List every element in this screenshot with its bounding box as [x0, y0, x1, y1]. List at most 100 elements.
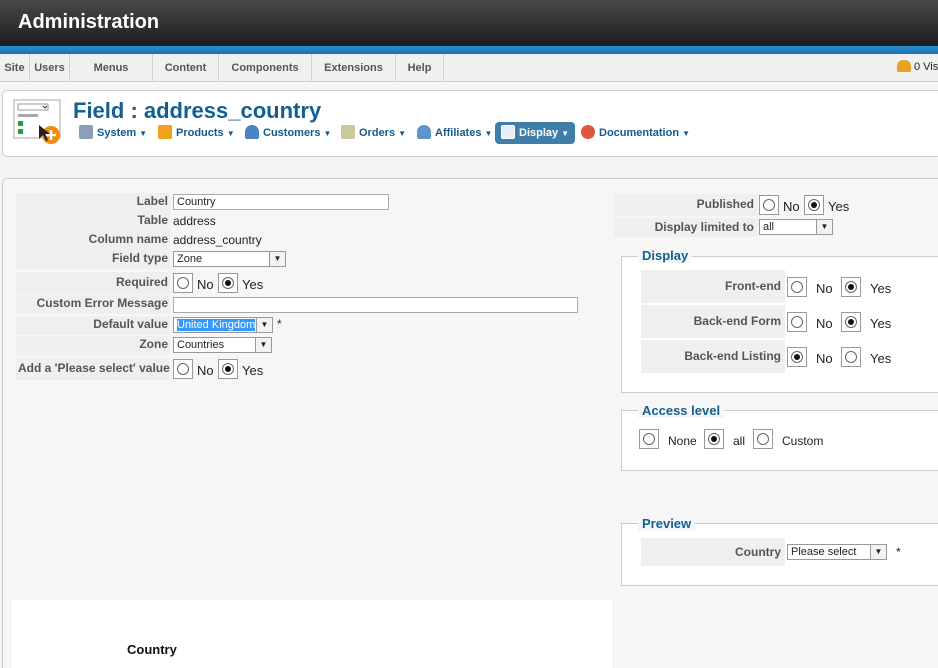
chevron-down-icon: ▼	[398, 129, 406, 138]
table-value: address	[173, 214, 216, 228]
preview-required-mark: *	[896, 545, 901, 559]
published-no-radio[interactable]	[759, 195, 779, 215]
default-required-mark: *	[277, 317, 282, 331]
required-yes-label: Yes	[242, 277, 264, 292]
menu-content[interactable]: Content	[153, 54, 219, 82]
please-select-label: Add a 'Please select' value	[18, 361, 170, 375]
chevron-down-icon: ▼	[682, 129, 690, 138]
menu-users[interactable]: Users	[30, 54, 70, 82]
required-no-label: No	[197, 277, 214, 292]
default-value-label: Default value	[93, 317, 168, 331]
toolbar-orders-label: Orders	[359, 127, 396, 139]
chevron-down-icon: ▼	[870, 545, 886, 559]
display-legend: Display	[638, 248, 693, 263]
frontend-yes-radio[interactable]	[841, 277, 861, 297]
display-limited-select[interactable]: all ▼	[759, 219, 833, 235]
access-custom-label: Custom	[782, 434, 824, 448]
chevron-down-icon: ▼	[561, 129, 570, 138]
page-toolbar: Field : address_country System ▼ Products…	[2, 90, 938, 157]
preview-legend: Preview	[638, 516, 696, 531]
zone-select[interactable]: Countries ▼	[173, 337, 272, 353]
toolbar-system-label: System	[97, 127, 137, 139]
required-label: Required	[115, 275, 168, 289]
toolbar-products[interactable]: Products ▼	[158, 122, 235, 144]
field-preview-panel: Country	[12, 600, 612, 668]
toolbar-customers-label: Customers	[263, 127, 321, 139]
wrench-icon	[79, 125, 93, 139]
toolbar-system[interactable]: System ▼	[79, 122, 147, 144]
backend-listing-no-radio[interactable]	[787, 347, 807, 367]
default-value-select[interactable]: United Kingdom ▼	[173, 317, 273, 333]
label-input[interactable]: Country	[173, 194, 389, 210]
display-icon	[501, 125, 515, 139]
backend-form-no-radio[interactable]	[787, 312, 807, 332]
custom-error-input[interactable]	[173, 297, 578, 313]
backend-form-yes-radio[interactable]	[841, 312, 861, 332]
admin-title: Administration	[18, 11, 160, 33]
toolbar-display[interactable]: Display ▼	[495, 122, 576, 144]
preview-country-label: Country	[735, 545, 781, 559]
backend-form-yes-label: Yes	[870, 316, 892, 331]
visitors-counter[interactable]: 0 Vis	[897, 60, 938, 73]
column-name-label: Column name	[88, 232, 168, 246]
menu-components[interactable]: Components	[219, 54, 312, 82]
box-icon	[158, 125, 172, 139]
orders-icon	[341, 125, 355, 139]
main-menubar: Site Users Menus Content Components Exte…	[0, 54, 938, 82]
chevron-down-icon: ▼	[323, 129, 332, 138]
toolbar-products-label: Products	[176, 127, 224, 139]
required-yes-radio[interactable]	[218, 273, 238, 293]
backend-listing-label: Back-end Listing	[684, 349, 781, 363]
frontend-no-radio[interactable]	[787, 277, 807, 297]
admin-header: Administration	[0, 0, 938, 46]
backend-form-label: Back-end Form	[693, 314, 781, 328]
lifebuoy-icon	[581, 125, 595, 139]
field-type-value: Zone	[177, 253, 203, 265]
column-name-value: address_country	[173, 233, 262, 247]
backend-listing-yes-radio[interactable]	[841, 347, 861, 367]
affiliates-icon	[417, 125, 431, 139]
visitors-icon	[897, 60, 911, 72]
access-none-radio[interactable]	[639, 429, 659, 449]
chevron-down-icon: ▼	[269, 252, 285, 266]
toolbar-documentation-label: Documentation	[599, 127, 680, 139]
menu-help[interactable]: Help	[396, 54, 444, 82]
published-label: Published	[696, 197, 754, 211]
display-limited-label: Display limited to	[654, 220, 754, 234]
please-select-yes-label: Yes	[242, 363, 264, 378]
access-all-label: all	[733, 434, 746, 448]
preview-country-value: Please select	[791, 546, 857, 558]
display-limited-value: all	[763, 221, 775, 233]
page-title: Field : address_country	[73, 98, 322, 123]
toolbar-documentation[interactable]: Documentation ▼	[581, 122, 690, 144]
frontend-yes-label: Yes	[870, 281, 892, 296]
access-legend: Access level	[638, 403, 725, 418]
toolbar-orders[interactable]: Orders ▼	[341, 122, 406, 144]
published-no-label: No	[783, 199, 800, 214]
menu-menus[interactable]: Menus	[70, 54, 153, 82]
field-type-select[interactable]: Zone ▼	[173, 251, 286, 267]
label-label: Label	[136, 194, 168, 208]
table-label: Table	[137, 213, 168, 227]
please-select-yes-radio[interactable]	[218, 359, 238, 379]
preview-country-select[interactable]: Please select ▼	[787, 544, 887, 560]
zone-value: Countries	[177, 339, 225, 351]
backend-listing-yes-label: Yes	[870, 351, 892, 366]
please-select-no-radio[interactable]	[173, 359, 193, 379]
frontend-label: Front-end	[725, 279, 781, 293]
required-no-radio[interactable]	[173, 273, 193, 293]
please-select-no-label: No	[197, 363, 214, 378]
chevron-down-icon: ▼	[255, 338, 271, 352]
access-custom-radio[interactable]	[753, 429, 773, 449]
access-all-radio[interactable]	[704, 429, 724, 449]
default-value-value: United Kingdom	[177, 319, 256, 331]
zone-label: Zone	[139, 337, 168, 351]
menu-site[interactable]: Site	[0, 54, 30, 82]
toolbar-affiliates[interactable]: Affiliates ▼	[417, 122, 492, 144]
toolbar-customers[interactable]: Customers ▼	[245, 122, 331, 144]
chevron-down-icon: ▼	[226, 129, 235, 138]
custom-error-label: Custom Error Message	[36, 296, 168, 310]
published-yes-radio[interactable]	[804, 195, 824, 215]
field-type-label: Field type	[111, 251, 168, 265]
menu-extensions[interactable]: Extensions	[312, 54, 396, 82]
